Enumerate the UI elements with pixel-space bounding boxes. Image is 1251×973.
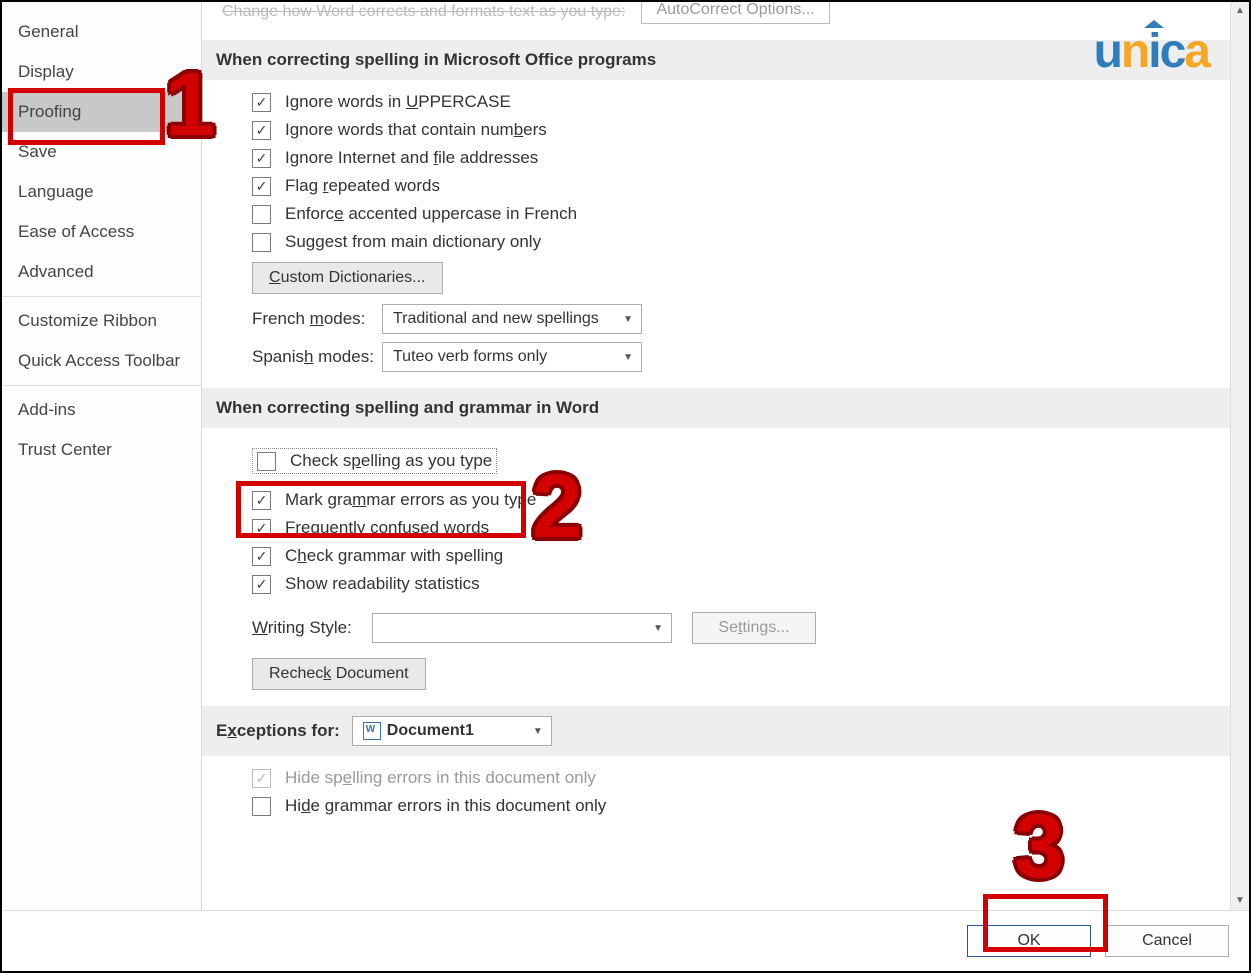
sidebar-item-display[interactable]: Display — [2, 52, 201, 92]
autocorrect-options-button[interactable]: AutoCorrect Options... — [641, 2, 829, 24]
checkbox-main-dictionary-only[interactable] — [252, 233, 271, 252]
checkbox-enforce-french-accents[interactable] — [252, 205, 271, 224]
checkbox-flag-repeated[interactable] — [252, 177, 271, 196]
label-main-dictionary-only: Suggest from main dictionary only — [285, 232, 541, 252]
checkbox-check-spelling-as-you-type[interactable] — [257, 452, 276, 471]
sidebar-item-advanced[interactable]: Advanced — [2, 252, 201, 292]
dropdown-caret-icon: ▼ — [623, 314, 633, 325]
label-mark-grammar: Mark grammar errors as you type — [285, 490, 536, 510]
sidebar-separator — [2, 385, 201, 386]
content-wrap: Change how Word corrects and formats tex… — [202, 2, 1249, 910]
section-header-word-spelling-grammar: When correcting spelling and grammar in … — [202, 388, 1230, 428]
checkbox-check-grammar-with-spelling[interactable] — [252, 547, 271, 566]
checkbox-readability[interactable] — [252, 575, 271, 594]
label-flag-repeated: Flag repeated words — [285, 176, 440, 196]
label-readability: Show readability statistics — [285, 574, 480, 594]
label-ignore-numbers: Ignore words that contain numbers — [285, 120, 547, 140]
dropdown-caret-icon: ▼ — [653, 623, 663, 634]
dialog-button-bar: OK Cancel — [2, 910, 1249, 971]
sidebar-item-general[interactable]: General — [2, 12, 201, 52]
truncated-heading: Change how Word corrects and formats tex… — [222, 2, 625, 21]
label-check-grammar-with-spelling: Check grammar with spelling — [285, 546, 503, 566]
dropdown-caret-icon: ▼ — [533, 726, 543, 737]
sidebar-item-save[interactable]: Save — [2, 132, 201, 172]
french-modes-label: French modes: — [252, 309, 382, 329]
exceptions-for-label: Exceptions for: — [216, 721, 340, 741]
cancel-button[interactable]: Cancel — [1105, 925, 1229, 957]
word-document-icon — [363, 722, 381, 740]
sidebar-item-customize-ribbon[interactable]: Customize Ribbon — [2, 301, 201, 341]
spanish-modes-select[interactable]: Tuteo verb forms only ▼ — [382, 342, 642, 372]
settings-button: Settings... — [692, 612, 816, 644]
checkbox-ignore-numbers[interactable] — [252, 121, 271, 140]
spanish-modes-label: Spanish modes: — [252, 347, 382, 367]
checkbox-ignore-internet[interactable] — [252, 149, 271, 168]
proofing-panel: Change how Word corrects and formats tex… — [202, 2, 1230, 910]
checkbox-mark-grammar[interactable] — [252, 491, 271, 510]
label-check-spelling-as-you-type: Check spelling as you type — [290, 451, 492, 471]
scroll-track[interactable] — [1231, 20, 1249, 892]
checkbox-hide-spelling-errors — [252, 769, 271, 788]
unica-logo: unica — [1094, 24, 1209, 79]
label-ignore-internet: Ignore Internet and file addresses — [285, 148, 538, 168]
label-frequently-confused: Frequently confused words — [285, 518, 489, 538]
section-header-exceptions: Exceptions for: Document1 ▼ — [202, 706, 1230, 756]
sidebar-item-quick-access-toolbar[interactable]: Quick Access Toolbar — [2, 341, 201, 381]
french-modes-select[interactable]: Traditional and new spellings ▼ — [382, 304, 642, 334]
section-header-office-spelling: When correcting spelling in Microsoft Of… — [202, 40, 1230, 80]
sidebar-item-ease-of-access[interactable]: Ease of Access — [2, 212, 201, 252]
scroll-up-arrow-icon[interactable]: ▲ — [1231, 2, 1249, 20]
checkbox-frequently-confused[interactable] — [252, 519, 271, 538]
checkbox-ignore-uppercase[interactable] — [252, 93, 271, 112]
dropdown-caret-icon: ▼ — [623, 352, 633, 363]
writing-style-select[interactable]: ▼ — [372, 613, 672, 643]
sidebar-item-add-ins[interactable]: Add-ins — [2, 390, 201, 430]
checkbox-hide-grammar-errors[interactable] — [252, 797, 271, 816]
sidebar-item-trust-center[interactable]: Trust Center — [2, 430, 201, 470]
word-spelling-grammar-options: Check spelling as you type Mark grammar … — [222, 440, 1210, 690]
options-sidebar: General Display Proofing Save Language E… — [2, 2, 202, 910]
office-spelling-options: Ignore words in UPPERCASE Ignore words t… — [222, 92, 1210, 372]
vertical-scrollbar[interactable]: ▲ ▼ — [1230, 2, 1249, 910]
sidebar-item-proofing[interactable]: Proofing — [2, 92, 201, 132]
writing-style-label: Writing Style: — [252, 618, 372, 638]
scroll-down-arrow-icon[interactable]: ▼ — [1231, 892, 1249, 910]
label-hide-spelling-errors: Hide spelling errors in this document on… — [285, 768, 596, 788]
ok-button[interactable]: OK — [967, 925, 1091, 957]
label-hide-grammar-errors: Hide grammar errors in this document onl… — [285, 796, 606, 816]
exceptions-options: Hide spelling errors in this document on… — [222, 768, 1210, 816]
custom-dictionaries-button[interactable]: Custom Dictionaries... — [252, 262, 443, 294]
sidebar-separator — [2, 296, 201, 297]
exceptions-document-select[interactable]: Document1 ▼ — [352, 716, 552, 746]
body-area: General Display Proofing Save Language E… — [2, 2, 1249, 910]
sidebar-item-language[interactable]: Language — [2, 172, 201, 212]
word-options-dialog: General Display Proofing Save Language E… — [0, 0, 1251, 973]
label-enforce-french-accents: Enforce accented uppercase in French — [285, 204, 577, 224]
recheck-document-button[interactable]: Recheck Document — [252, 658, 426, 690]
label-ignore-uppercase: Ignore words in UPPERCASE — [285, 92, 511, 112]
